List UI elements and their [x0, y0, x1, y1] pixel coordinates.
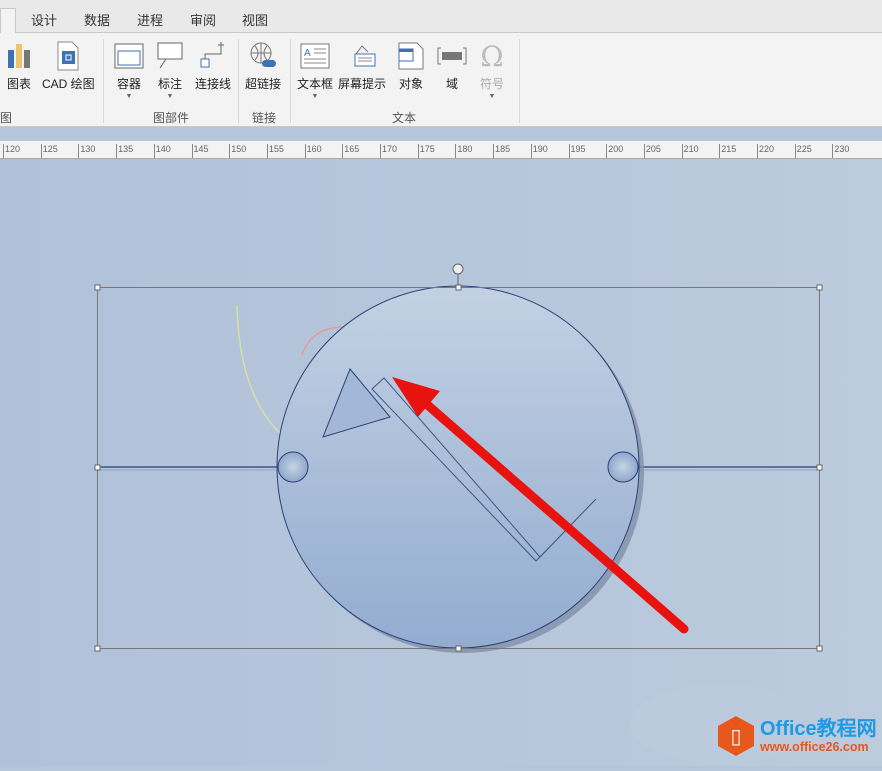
drawing-canvas[interactable]: [0, 159, 882, 766]
textbox-button[interactable]: A 文本框 ▼: [297, 39, 333, 100]
tab-process[interactable]: 进程: [137, 10, 163, 29]
chart-icon: [6, 39, 32, 73]
chart-button[interactable]: 图表: [6, 39, 32, 92]
field-button[interactable]: 域: [437, 39, 467, 92]
ruler-label: 150: [229, 144, 246, 158]
ruler-label: 225: [794, 144, 812, 158]
ruler-label: 165: [342, 144, 359, 158]
tab-review[interactable]: 审阅: [190, 10, 216, 29]
symbol-button[interactable]: Ω 符号 ▼: [480, 39, 504, 101]
ruler-label: 230: [832, 144, 849, 158]
object-button[interactable]: 对象: [397, 39, 425, 92]
ribbon: 图表 CAD 绘图 容器 ▼ 标注 ▼ 连接线 超链接 A 文本框 ▼ 屏幕提示 对象 …: [0, 33, 882, 127]
tab-design[interactable]: 设计: [31, 10, 57, 29]
container-icon: [114, 39, 144, 73]
diagram: [94, 263, 823, 764]
ruler-label: 195: [568, 144, 586, 158]
omega-icon: Ω: [480, 39, 504, 73]
connector-icon: [195, 39, 231, 73]
ruler-label: 205: [643, 144, 661, 158]
ruler-label: 185: [493, 144, 510, 158]
ruler-label: 140: [153, 144, 171, 158]
callout-icon: [156, 39, 184, 73]
group-label-diagram-parts: 图部件: [153, 111, 190, 125]
watermark-logo: ▯ Office教程网 www.office26.com: [718, 716, 877, 756]
office-logo-icon: ▯: [718, 716, 754, 756]
textbox-icon: A: [297, 39, 333, 73]
ruler-label: 215: [719, 144, 736, 158]
meter-circle[interactable]: [276, 285, 640, 649]
ruler-label: 190: [530, 144, 548, 158]
ruler-label: 210: [681, 144, 699, 158]
tab-view[interactable]: 视图: [242, 10, 268, 29]
callout-button[interactable]: 标注 ▼: [156, 39, 184, 100]
cad-icon: [42, 39, 95, 73]
ruler-label: 175: [417, 144, 435, 158]
ruler-label: 135: [116, 144, 133, 158]
ribbon-tabs: 设计 数据 进程 审阅 视图: [0, 0, 882, 34]
ruler-label: 120: [3, 144, 20, 158]
cad-drawing-button[interactable]: CAD 绘图: [42, 39, 95, 92]
ruler-label: 130: [78, 144, 95, 158]
green-curve: [236, 304, 283, 436]
field-icon: [437, 39, 467, 73]
ruler-label: 155: [266, 144, 284, 158]
rotate-handle-icon[interactable]: [452, 263, 464, 285]
right-terminal[interactable]: [607, 451, 639, 483]
screentip-button[interactable]: 屏幕提示: [338, 39, 386, 92]
group-label-links: 链接: [252, 111, 277, 125]
ruler-label: 125: [40, 144, 58, 158]
screentip-icon: [338, 39, 386, 73]
object-icon: [397, 39, 425, 73]
ruler-label: 145: [191, 144, 209, 158]
tab-data[interactable]: 数据: [84, 10, 110, 29]
group-label-text: 文本: [392, 111, 417, 125]
container-button[interactable]: 容器 ▼: [114, 39, 144, 100]
ruler-label: 160: [304, 144, 322, 158]
horizontal-ruler[interactable]: 120 125 130 135 140 145 150 155 160 165 170 175 180 1…: [0, 141, 882, 159]
ruler-label: 170: [380, 144, 397, 158]
connector-button[interactable]: 连接线: [195, 39, 231, 92]
left-terminal[interactable]: [277, 451, 309, 483]
hyperlink-icon: [245, 39, 281, 73]
group-label-illustrations: 图: [0, 111, 13, 125]
ruler-label: 180: [455, 144, 472, 158]
ruler-label: 220: [757, 144, 774, 158]
tab-insert[interactable]: [0, 8, 16, 34]
svg-text:A: A: [304, 48, 311, 59]
ruler-label: 200: [606, 144, 623, 158]
hyperlink-button[interactable]: 超链接: [245, 39, 281, 92]
